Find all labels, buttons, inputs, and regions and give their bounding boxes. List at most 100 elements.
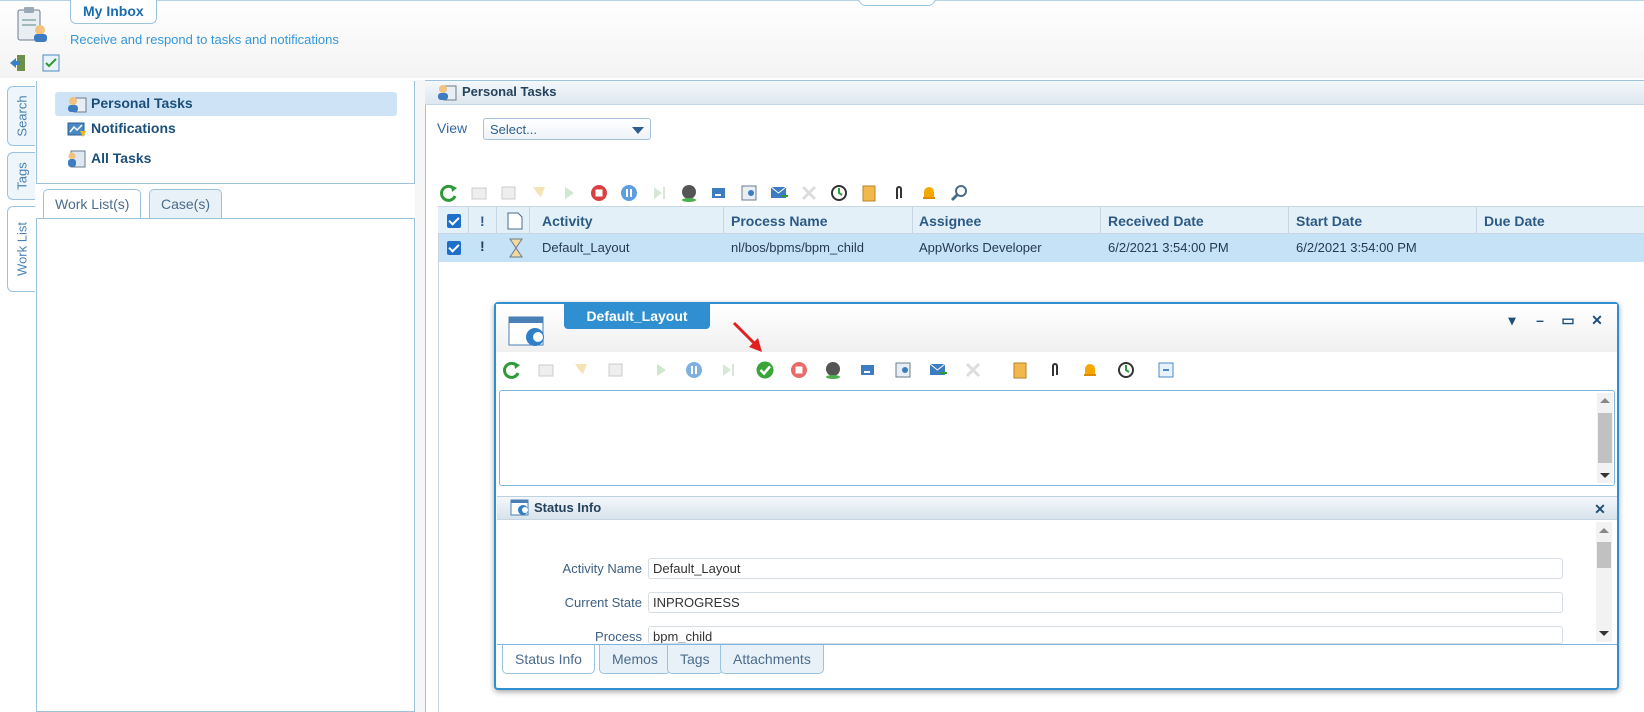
nav-item-personal-tasks[interactable]: Personal Tasks (55, 92, 397, 116)
chevron-down-icon[interactable]: ▾ (1504, 313, 1520, 327)
column-header-activity[interactable]: Activity (542, 213, 593, 229)
sphere-icon[interactable] (823, 360, 843, 380)
maximize-icon[interactable]: ▭ (1560, 313, 1576, 327)
table-row[interactable]: ! Default_Layout nl/bos/bpms/bpm_child A… (438, 234, 1644, 262)
claim-icon[interactable] (536, 360, 556, 380)
close-icon[interactable]: ✕ (1592, 502, 1608, 516)
column-separator (912, 207, 913, 235)
column-header-assignee[interactable]: Assignee (919, 213, 981, 229)
select-all-checkbox[interactable] (447, 214, 461, 228)
column-header-process-name[interactable]: Process Name (731, 213, 828, 229)
claim-icon[interactable] (469, 183, 489, 203)
panel-splitter[interactable] (415, 80, 425, 712)
revoke-icon[interactable] (571, 360, 591, 380)
minimize-icon[interactable]: – (1532, 313, 1548, 327)
tab-memos[interactable]: Memos (599, 645, 671, 674)
notes-icon[interactable] (859, 183, 879, 203)
inbox-clipboard-icon (17, 7, 47, 42)
column-separator (723, 207, 724, 235)
field-label-current-state: Current State (564, 595, 642, 610)
vtab-tags[interactable]: Tags (7, 152, 35, 200)
export-icon[interactable] (1156, 360, 1176, 380)
assign-user-icon[interactable] (739, 183, 759, 203)
process-field[interactable]: bpm_child (648, 626, 1563, 644)
field-label-process: Process (595, 629, 642, 644)
forward-icon[interactable] (858, 360, 878, 380)
refresh-icon[interactable] (439, 183, 459, 203)
column-separator (529, 207, 530, 235)
complete-check-icon[interactable] (755, 360, 775, 380)
tools-icon[interactable] (963, 360, 983, 380)
column-separator (496, 207, 497, 235)
vtab-work-list[interactable]: Work List (7, 206, 35, 292)
sphere-icon[interactable] (679, 183, 699, 203)
document-column-icon[interactable] (507, 212, 523, 230)
send-mail-icon[interactable] (769, 183, 789, 203)
nav-item-all-tasks[interactable]: All Tasks (55, 147, 151, 171)
scrollbar-thumb[interactable] (1597, 542, 1611, 568)
stop-icon[interactable] (789, 360, 809, 380)
search-user-icon[interactable] (949, 183, 969, 203)
resume-icon[interactable] (649, 183, 669, 203)
window-app-icon (510, 499, 529, 516)
notifications-icon (67, 122, 86, 137)
close-icon[interactable]: ✕ (1589, 313, 1605, 327)
column-separator (1100, 207, 1101, 235)
current-state-field[interactable]: INPROGRESS (648, 592, 1563, 613)
tools-icon[interactable] (799, 183, 819, 203)
refresh-icon[interactable] (502, 360, 522, 380)
tab-work-lists[interactable]: Work List(s) (43, 189, 142, 219)
attachment-icon[interactable] (1045, 360, 1065, 380)
tab-status-info[interactable]: Status Info (502, 645, 595, 674)
view-select[interactable]: Select... (483, 118, 651, 140)
history-icon[interactable] (1116, 360, 1136, 380)
alarm-icon[interactable] (919, 183, 939, 203)
scrollbar[interactable] (1597, 393, 1613, 483)
annotation-arrow-icon (732, 321, 762, 352)
forward-icon[interactable] (709, 183, 729, 203)
stop-icon[interactable] (589, 183, 609, 203)
tab-cases[interactable]: Case(s) (149, 189, 223, 219)
personal-tasks-icon (68, 97, 87, 113)
revoke-icon[interactable] (529, 183, 549, 203)
pause-icon[interactable] (684, 360, 704, 380)
resume-icon[interactable] (718, 360, 738, 380)
alarm-icon[interactable] (1080, 360, 1100, 380)
attachment-icon[interactable] (889, 183, 909, 203)
priority-column-icon[interactable]: ! (480, 213, 485, 229)
scrollbar-thumb[interactable] (1598, 413, 1612, 463)
pause-icon[interactable] (619, 183, 639, 203)
grid-header: ! Activity Process Name Assignee Receive… (438, 206, 1644, 235)
scroll-up-icon[interactable] (1600, 398, 1610, 403)
history-icon[interactable] (829, 183, 849, 203)
exit-icon[interactable] (8, 53, 28, 73)
activity-name-field[interactable]: Default_Layout (648, 558, 1563, 579)
scroll-up-icon[interactable] (1599, 528, 1609, 533)
vtab-search[interactable]: Search (7, 86, 35, 146)
view-label: View (437, 120, 468, 136)
delegate-icon[interactable] (499, 183, 519, 203)
page-title: My Inbox (70, 0, 157, 24)
nav-item-label: All Tasks (91, 150, 152, 166)
column-header-received-date[interactable]: Received Date (1108, 213, 1204, 229)
scroll-down-icon[interactable] (1600, 473, 1610, 478)
column-header-start-date[interactable]: Start Date (1296, 213, 1362, 229)
scroll-down-icon[interactable] (1599, 631, 1609, 636)
cell-process-name: nl/bos/bpms/bpm_child (731, 240, 864, 255)
start-icon[interactable] (559, 183, 579, 203)
row-checkbox[interactable] (447, 241, 461, 255)
assign-user-icon[interactable] (893, 360, 913, 380)
tab-attachments[interactable]: Attachments (720, 645, 824, 674)
delegate-icon[interactable] (606, 360, 626, 380)
task-check-icon[interactable] (42, 54, 60, 72)
nav-item-label: Notifications (91, 120, 176, 136)
notes-icon[interactable] (1010, 360, 1030, 380)
nav-item-notifications[interactable]: Notifications (55, 117, 176, 141)
start-icon[interactable] (651, 360, 671, 380)
scrollbar[interactable] (1596, 522, 1612, 642)
header-collapse-handle[interactable] (858, 0, 936, 6)
tab-tags[interactable]: Tags (667, 645, 723, 674)
column-header-due-date[interactable]: Due Date (1484, 213, 1545, 229)
task-form-area[interactable] (499, 390, 1615, 486)
send-mail-icon[interactable] (928, 360, 948, 380)
